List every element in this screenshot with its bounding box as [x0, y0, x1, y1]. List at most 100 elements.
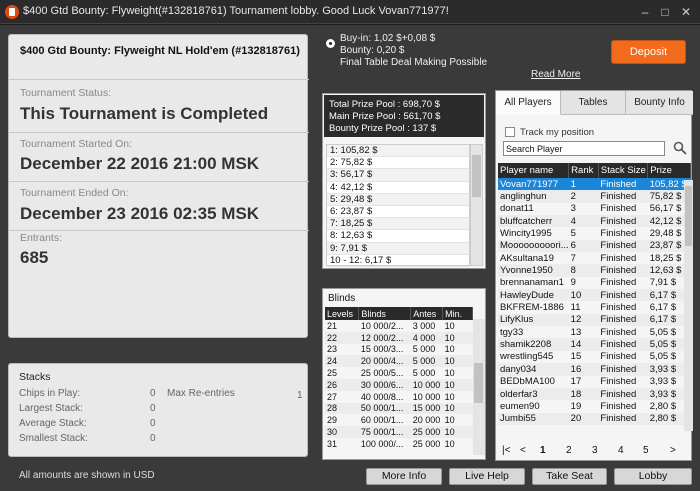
table-row[interactable]: eumen90 19 Finished 2,80 $	[498, 400, 691, 412]
ended-label: Tournament Ended On:	[20, 187, 129, 199]
player-name-cell: BKFREM-1886	[500, 302, 564, 314]
scroll-thumb[interactable]	[474, 363, 483, 403]
antes-cell: 15 000	[410, 402, 443, 415]
scroll-thumb[interactable]	[472, 155, 481, 197]
rank-cell: 18	[568, 387, 599, 401]
buyin-line: Buy-in: 1,02 $+0,08 $	[340, 33, 436, 44]
prize-pool-summary: Total Prize Pool : 698,70 $ Main Prize P…	[324, 95, 484, 137]
stack-cell: Finished	[600, 203, 637, 215]
table-row[interactable]: olderfar3 18 Finished 3,93 $	[498, 387, 691, 401]
minutes-cell: 10	[442, 355, 473, 368]
rank-cell: 2	[568, 190, 599, 203]
table-row[interactable]: shamik2208 14 Finished 5,05 $	[498, 338, 691, 351]
take-seat-button[interactable]: Take Seat	[532, 468, 607, 485]
smallest-stack-label: Smallest Stack:	[19, 433, 88, 444]
stack-cell: Finished	[598, 264, 648, 277]
started-label: Tournament Started On:	[20, 138, 133, 150]
stack-cell: Finished	[598, 178, 648, 191]
player-name-cell: Jumbi55	[498, 412, 569, 425]
page-2-button[interactable]: 2	[566, 445, 572, 456]
list-item: 8: 12,63 $	[327, 230, 469, 243]
table-row[interactable]: BEDbMA100 17 Finished 3,93 $	[498, 376, 691, 388]
player-name-cell: AKsultana19	[500, 252, 554, 264]
column-header[interactable]: Min.	[442, 307, 473, 320]
table-row[interactable]: dany034 16 Finished 3,93 $	[498, 363, 691, 376]
blinds-scrollbar[interactable]	[473, 319, 485, 455]
minutes-cell: 10	[442, 402, 473, 415]
info-radio-icon[interactable]	[326, 39, 335, 48]
scroll-thumb[interactable]	[685, 186, 692, 246]
rank-cell: 17	[570, 376, 582, 388]
table-row[interactable]: donat11 3 Finished 56,17 $	[498, 203, 691, 215]
column-header[interactable]: Rank	[568, 163, 599, 178]
total-prize-pool: Total Prize Pool : 698,70 $	[329, 99, 440, 110]
column-header[interactable]: Player name	[498, 163, 570, 178]
tab-tables[interactable]: Tables	[561, 91, 626, 115]
lobby-button[interactable]: Lobby	[614, 468, 692, 485]
table-row[interactable]: BKFREM-1886 11 Finished 6,17 $	[498, 301, 691, 313]
table-row[interactable]: Vovan771977 1 Finished 105,82 $	[498, 178, 691, 191]
players-scrollbar[interactable]	[684, 180, 693, 431]
list-item: 1: 105,82 $	[327, 145, 469, 158]
close-button[interactable]: ✕	[677, 4, 695, 20]
antes-cell: 10 000	[410, 378, 443, 391]
page-4-button[interactable]: 4	[618, 445, 624, 456]
table-row[interactable]: anglinghun 2 Finished 75,82 $	[498, 190, 691, 203]
table-row[interactable]: HawleyDude 10 Finished 6,17 $	[498, 289, 691, 302]
first-page-button[interactable]: |<	[502, 445, 510, 456]
payout-scrollbar[interactable]	[470, 144, 483, 266]
blinds-cell: 15 000/3...	[360, 344, 404, 355]
minutes-cell: 10	[442, 331, 473, 344]
table-row: 31 100 000/... 25 000 10	[325, 438, 473, 450]
tab-bounty-info[interactable]: Bounty Info	[626, 91, 693, 115]
blinds-cell: 10 000/2...	[360, 320, 404, 331]
column-header[interactable]: Stack Size	[598, 163, 649, 178]
table-row[interactable]: Yvonne1950 8 Finished 12,63 $	[498, 264, 691, 277]
player-name-cell: BEDbMA100	[500, 376, 555, 388]
rank-cell: 14	[568, 338, 599, 351]
track-position-checkbox[interactable]	[505, 127, 515, 137]
read-more-link[interactable]: Read More	[531, 69, 580, 80]
rank-cell: 13	[570, 326, 582, 338]
table-row[interactable]: AKsultana19 7 Finished 18,25 $	[498, 252, 691, 264]
deposit-button[interactable]: Deposit	[611, 40, 686, 64]
table-row[interactable]: wrestling545 15 Finished 5,05 $	[498, 351, 691, 363]
column-header[interactable]: Antes	[410, 307, 444, 320]
column-header[interactable]: Blinds	[358, 307, 412, 320]
live-help-button[interactable]: Live Help	[449, 468, 525, 485]
page-3-button[interactable]: 3	[592, 445, 598, 456]
minutes-cell: 10	[444, 344, 455, 355]
player-name-cell: brennanaman1	[500, 277, 564, 289]
next-page-button[interactable]: >	[670, 445, 676, 456]
table-row[interactable]: LifyKlus 12 Finished 6,17 $	[498, 313, 691, 327]
column-header[interactable]: Levels	[325, 307, 360, 320]
rank-cell: 1	[568, 178, 599, 191]
minimize-button[interactable]: –	[636, 4, 654, 20]
tab-all-players[interactable]: All Players	[496, 91, 561, 115]
table-row[interactable]: Mooooooooori... 6 Finished 23,87 $	[498, 239, 691, 253]
blinds-cell: 12 000/2...	[358, 331, 411, 344]
search-icon[interactable]	[673, 141, 687, 155]
rank-cell: 10	[568, 289, 599, 302]
status-value: This Tournament is Completed	[20, 104, 269, 123]
table-row: 26 30 000/6... 10 000 10	[325, 378, 473, 391]
table-row[interactable]: Wincity1995 5 Finished 29,48 $	[498, 227, 691, 239]
page-5-button[interactable]: 5	[643, 445, 649, 456]
column-header[interactable]: Prize	[647, 163, 691, 178]
maximize-button[interactable]: □	[656, 4, 674, 20]
page-1-button[interactable]: 1	[540, 445, 546, 456]
table-row: 21 10 000/2... 3 000 10	[325, 320, 473, 332]
prev-page-button[interactable]: <	[520, 445, 526, 456]
table-row[interactable]: brennanaman1 9 Finished 7,91 $	[498, 277, 691, 289]
search-player-input[interactable]	[503, 141, 665, 156]
table-row[interactable]: bluffcatcherr 4 Finished 42,12 $	[498, 215, 691, 228]
more-info-button[interactable]: More Info	[366, 468, 442, 485]
ended-value: December 23 2016 02:35 MSK	[20, 204, 260, 223]
rank-cell: 9	[570, 277, 576, 289]
level-cell: 26	[325, 378, 359, 391]
blinds-cell: 25 000/5...	[360, 368, 404, 379]
table-row[interactable]: Jumbi55 20 Finished 2,80 $	[498, 412, 691, 425]
player-name-cell: bluffcatcherr	[498, 215, 569, 228]
player-name-cell: shamik2208	[498, 338, 569, 351]
table-row[interactable]: tgy33 13 Finished 5,05 $	[498, 326, 691, 338]
